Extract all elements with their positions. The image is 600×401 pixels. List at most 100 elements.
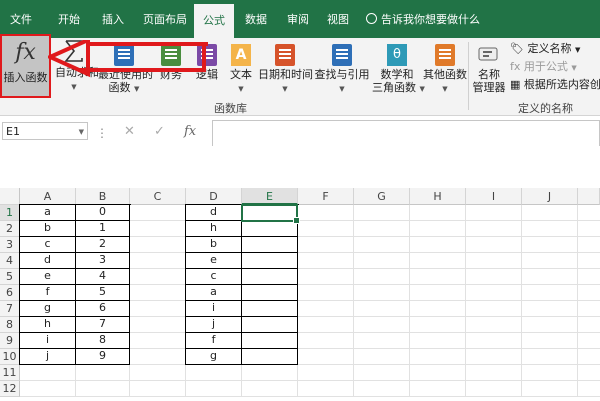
column-header-D[interactable]: D bbox=[186, 188, 242, 205]
cell-B1[interactable]: 0 bbox=[76, 204, 130, 221]
cell-A8[interactable]: h bbox=[20, 316, 76, 333]
tag-icon: 🏷 bbox=[510, 42, 524, 55]
fill-handle[interactable] bbox=[293, 217, 300, 224]
name-tag-icon bbox=[478, 47, 498, 61]
active-cell-E1[interactable] bbox=[241, 204, 300, 224]
insert-function-icon[interactable]: fx bbox=[184, 124, 196, 139]
tab-data[interactable]: 数据 bbox=[236, 0, 276, 38]
lookup-reference-button[interactable]: 查找与引用 ▼ bbox=[314, 38, 370, 100]
column-header-C[interactable]: C bbox=[130, 188, 186, 205]
chevron-down-icon: ▼ bbox=[442, 85, 448, 93]
row-header-12[interactable]: 12 bbox=[0, 381, 20, 397]
cell-A6[interactable]: f bbox=[20, 284, 76, 301]
cell-A5[interactable]: e bbox=[20, 268, 76, 285]
drag-handle[interactable]: ⋮ bbox=[96, 126, 108, 140]
row-header-7[interactable]: 7 bbox=[0, 301, 20, 317]
annotation-arrow bbox=[48, 40, 208, 78]
row-header-8[interactable]: 8 bbox=[0, 317, 20, 333]
row-header-10[interactable]: 10 bbox=[0, 349, 20, 365]
cell-B7[interactable]: 6 bbox=[76, 300, 130, 317]
create-from-selection-button[interactable]: ▦ 根据所选内容创建 bbox=[510, 76, 600, 92]
column-header-F[interactable]: F bbox=[298, 188, 354, 205]
cell-A9[interactable]: i bbox=[20, 332, 76, 349]
row-header-6[interactable]: 6 bbox=[0, 285, 20, 301]
cancel-icon[interactable]: ✕ bbox=[124, 124, 135, 139]
row-header-5[interactable]: 5 bbox=[0, 269, 20, 285]
tab-formulas[interactable]: 公式 bbox=[194, 4, 234, 38]
select-all-corner[interactable] bbox=[0, 188, 20, 205]
formula-icon: fx bbox=[510, 60, 521, 73]
cell-D7[interactable]: i bbox=[186, 300, 242, 317]
cell-D6[interactable]: a bbox=[186, 284, 242, 301]
row-header-11[interactable]: 11 bbox=[0, 365, 20, 381]
spreadsheet-grid: ABCDEFGHIJ 1 2 3 4 5 6 7 8 9 10 11 12 a0db1hc2bd3ee… bbox=[0, 188, 600, 401]
cell-A7[interactable]: g bbox=[20, 300, 76, 317]
use-in-formula-button[interactable]: fx 用于公式 ▼ bbox=[510, 58, 577, 74]
cell-E8[interactable] bbox=[242, 316, 298, 333]
gridline bbox=[465, 205, 466, 397]
cell-E3[interactable] bbox=[242, 236, 298, 253]
chevron-down-icon: ▼ bbox=[78, 128, 84, 136]
tab-home[interactable]: 开始 bbox=[48, 0, 90, 38]
cell-D4[interactable]: e bbox=[186, 252, 242, 269]
gridline bbox=[577, 205, 578, 397]
cell-B8[interactable]: 7 bbox=[76, 316, 130, 333]
cell-B4[interactable]: 3 bbox=[76, 252, 130, 269]
column-header-I[interactable]: I bbox=[466, 188, 522, 205]
tab-view[interactable]: 视图 bbox=[318, 0, 358, 38]
cell-D1[interactable]: d bbox=[186, 204, 242, 221]
cell-E2[interactable] bbox=[242, 220, 298, 237]
tell-me-search[interactable]: 告诉我你想要做什么 bbox=[366, 0, 480, 38]
gridline bbox=[521, 205, 522, 397]
define-name-button[interactable]: 🏷 定义名称 ▼ bbox=[510, 40, 580, 56]
cell-D9[interactable]: f bbox=[186, 332, 242, 349]
column-header-A[interactable]: A bbox=[20, 188, 76, 205]
name-manager-button[interactable]: 名称 管理器 bbox=[470, 38, 508, 100]
enter-icon[interactable]: ✓ bbox=[154, 124, 165, 139]
cell-A1[interactable]: a bbox=[20, 204, 76, 221]
cell-E6[interactable] bbox=[242, 284, 298, 301]
cell-D3[interactable]: b bbox=[186, 236, 242, 253]
cell-B2[interactable]: 1 bbox=[76, 220, 130, 237]
math-trig-button[interactable]: θ 数学和 三角函数 ▼ bbox=[372, 38, 425, 100]
cell-E4[interactable] bbox=[242, 252, 298, 269]
cell-B10[interactable]: 9 bbox=[76, 348, 130, 365]
date-time-button[interactable]: 日期和时间 ▼ bbox=[258, 38, 313, 100]
cell-A4[interactable]: d bbox=[20, 252, 76, 269]
cell-A2[interactable]: b bbox=[20, 220, 76, 237]
cell-B6[interactable]: 5 bbox=[76, 284, 130, 301]
cell-B3[interactable]: 2 bbox=[76, 236, 130, 253]
group-label-defined-names: 定义的名称 bbox=[518, 102, 573, 115]
cell-D10[interactable]: g bbox=[186, 348, 242, 365]
column-header-G[interactable]: G bbox=[354, 188, 410, 205]
tab-review[interactable]: 审阅 bbox=[278, 0, 318, 38]
more-functions-button[interactable]: 其他函数 ▼ bbox=[422, 38, 468, 100]
cell-E7[interactable] bbox=[242, 300, 298, 317]
column-header-E[interactable]: E bbox=[242, 188, 298, 205]
tab-insert[interactable]: 插入 bbox=[92, 0, 134, 38]
column-header-J[interactable]: J bbox=[522, 188, 578, 205]
cell-E9[interactable] bbox=[242, 332, 298, 349]
row-header-3[interactable]: 3 bbox=[0, 237, 20, 253]
row-header-1[interactable]: 1 bbox=[0, 205, 20, 221]
cell-D8[interactable]: j bbox=[186, 316, 242, 333]
text-button[interactable]: A 文本 ▼ bbox=[226, 38, 256, 100]
cell-B9[interactable]: 8 bbox=[76, 332, 130, 349]
cell-D2[interactable]: h bbox=[186, 220, 242, 237]
chevron-down-icon: ▼ bbox=[282, 85, 288, 93]
cell-A10[interactable]: j bbox=[20, 348, 76, 365]
column-header-next[interactable] bbox=[578, 188, 600, 205]
cell-B5[interactable]: 4 bbox=[76, 268, 130, 285]
column-header-H[interactable]: H bbox=[410, 188, 466, 205]
row-header-9[interactable]: 9 bbox=[0, 333, 20, 349]
tab-file[interactable]: 文件 bbox=[0, 0, 42, 38]
row-header-4[interactable]: 4 bbox=[0, 253, 20, 269]
cell-D5[interactable]: c bbox=[186, 268, 242, 285]
tab-page-layout[interactable]: 页面布局 bbox=[136, 0, 194, 38]
name-box[interactable]: E1 ▼ bbox=[2, 122, 88, 140]
column-header-B[interactable]: B bbox=[76, 188, 130, 205]
cell-E10[interactable] bbox=[242, 348, 298, 365]
cell-E5[interactable] bbox=[242, 268, 298, 285]
cell-A3[interactable]: c bbox=[20, 236, 76, 253]
row-header-2[interactable]: 2 bbox=[0, 221, 20, 237]
